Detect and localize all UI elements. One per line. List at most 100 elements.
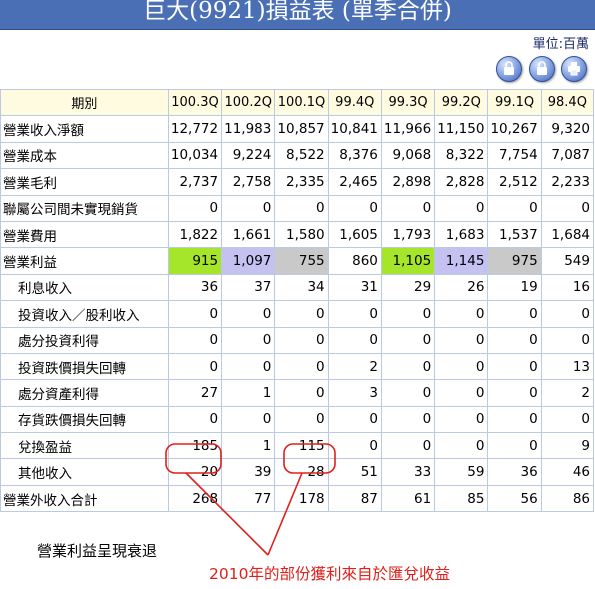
value-cell: 0 bbox=[274, 326, 329, 354]
value-cell: 0 bbox=[221, 300, 276, 328]
value-cell: 0 bbox=[274, 379, 329, 407]
value-cell: 10,857 bbox=[274, 115, 329, 143]
value-cell: 8,322 bbox=[434, 141, 489, 170]
title-bar: 巨大(9921)損益表 (單季合併) bbox=[0, 0, 595, 30]
value-cell: 2,233 bbox=[540, 168, 595, 196]
value-cell: 185 bbox=[167, 432, 223, 460]
value-cell: 7,087 bbox=[540, 141, 595, 170]
value-cell: 59 bbox=[434, 458, 489, 486]
row-label: 利息收入 bbox=[0, 273, 169, 302]
value-cell: 755 bbox=[274, 247, 329, 275]
value-cell: 1,683 bbox=[434, 220, 489, 249]
row-label: 投資收入／股利收入 bbox=[0, 300, 169, 328]
value-cell: 0 bbox=[380, 379, 436, 407]
value-cell: 36 bbox=[487, 458, 542, 486]
value-cell: 0 bbox=[540, 194, 595, 222]
value-cell: 0 bbox=[274, 300, 329, 328]
value-cell: 0 bbox=[487, 432, 542, 460]
row-label: 兌換盈益 bbox=[0, 432, 169, 460]
value-cell: 2 bbox=[540, 379, 595, 407]
period-column-header: 99.1Q bbox=[487, 88, 542, 117]
value-cell: 2,898 bbox=[380, 168, 436, 196]
table-row: 聯屬公司間未實現銷貨 0 0 0 0 0 0 0 0 bbox=[0, 194, 595, 222]
row-label: 營業利益 bbox=[0, 247, 169, 275]
lock-icon[interactable] bbox=[529, 56, 555, 82]
toolbar bbox=[0, 52, 595, 90]
value-cell: 0 bbox=[487, 352, 542, 381]
value-cell: 0 bbox=[327, 194, 382, 222]
value-cell: 0 bbox=[327, 405, 382, 434]
period-column-header: 100.3Q bbox=[167, 88, 223, 117]
value-cell: 178 bbox=[274, 484, 329, 513]
value-cell: 0 bbox=[327, 300, 382, 328]
row-label: 聯屬公司間未實現銷貨 bbox=[0, 194, 169, 222]
value-cell: 0 bbox=[274, 352, 329, 381]
row-label: 營業外收入合計 bbox=[0, 484, 169, 513]
value-cell: 37 bbox=[221, 273, 276, 302]
period-header: 期別 bbox=[0, 88, 169, 117]
row-label: 投資跌價損失回轉 bbox=[0, 352, 169, 381]
table-row: 營業毛利 2,737 2,758 2,335 2,465 2,898 2,828 2,512 2… bbox=[0, 168, 595, 196]
value-cell: 0 bbox=[327, 326, 382, 354]
value-cell: 0 bbox=[487, 194, 542, 222]
value-cell: 0 bbox=[540, 300, 595, 328]
table-row: 利息收入 36 37 34 31 29 26 19 16 bbox=[0, 273, 595, 302]
value-cell: 2 bbox=[327, 352, 382, 381]
table-row: 營業成本 10,034 9,224 8,522 8,376 9,068 8,322 7,754… bbox=[0, 141, 595, 170]
value-cell: 0 bbox=[540, 326, 595, 354]
value-cell: 9,068 bbox=[380, 141, 436, 170]
value-cell: 77 bbox=[221, 484, 276, 513]
table-row: 營業收入淨額 12,772 11,983 10,857 10,841 11,966 11,1… bbox=[0, 115, 595, 143]
value-cell: 1,105 bbox=[380, 247, 436, 275]
value-cell: 1,605 bbox=[327, 220, 382, 249]
value-cell: 0 bbox=[221, 405, 276, 434]
value-cell: 28 bbox=[274, 458, 329, 486]
table-row: 營業費用 1,822 1,661 1,580 1,605 1,793 1,683 1,537 1… bbox=[0, 220, 595, 249]
table-row: 投資收入／股利收入 0 0 0 0 0 0 0 0 bbox=[0, 300, 595, 328]
value-cell: 0 bbox=[434, 194, 489, 222]
value-cell: 0 bbox=[167, 352, 223, 381]
value-cell: 86 bbox=[540, 484, 595, 513]
value-cell: 2,465 bbox=[327, 168, 382, 196]
unit-bar: 單位:百萬 bbox=[0, 30, 595, 52]
value-cell: 0 bbox=[487, 300, 542, 328]
value-cell: 9 bbox=[540, 432, 595, 460]
table-row: 其他收入 20 39 28 51 33 59 36 46 bbox=[0, 458, 595, 486]
value-cell: 3 bbox=[327, 379, 382, 407]
lock-icon[interactable] bbox=[496, 56, 522, 82]
row-label: 營業毛利 bbox=[0, 168, 169, 196]
value-cell: 51 bbox=[327, 458, 382, 486]
value-cell: 13 bbox=[540, 352, 595, 381]
value-cell: 27 bbox=[167, 379, 223, 407]
value-cell: 0 bbox=[487, 326, 542, 354]
value-cell: 85 bbox=[434, 484, 489, 513]
row-label: 處分資產利得 bbox=[0, 379, 169, 407]
value-cell: 39 bbox=[221, 458, 276, 486]
table-row: 投資跌價損失回轉 0 0 0 2 0 0 0 13 bbox=[0, 352, 595, 381]
period-column-header: 100.1Q bbox=[274, 88, 329, 117]
row-label: 營業收入淨額 bbox=[0, 115, 169, 143]
value-cell: 0 bbox=[434, 352, 489, 381]
period-column-header: 99.4Q bbox=[327, 88, 382, 117]
value-cell: 10,841 bbox=[327, 115, 382, 143]
value-cell: 915 bbox=[167, 247, 223, 275]
value-cell: 115 bbox=[274, 432, 329, 460]
value-cell: 9,224 bbox=[221, 141, 276, 170]
value-cell: 2,335 bbox=[274, 168, 329, 196]
value-cell: 0 bbox=[487, 405, 542, 434]
value-cell: 11,966 bbox=[380, 115, 436, 143]
value-cell: 46 bbox=[540, 458, 595, 486]
table-row: 處分資產利得 27 1 0 3 0 0 0 2 bbox=[0, 379, 595, 407]
value-cell: 2,512 bbox=[487, 168, 542, 196]
value-cell: 56 bbox=[487, 484, 542, 513]
value-cell: 0 bbox=[380, 194, 436, 222]
value-cell: 0 bbox=[434, 379, 489, 407]
value-cell: 1,661 bbox=[221, 220, 276, 249]
table-header-row: 期別 100.3Q 100.2Q 100.1Q 99.4Q 99.3Q 99.2Q 99.1… bbox=[0, 88, 595, 117]
value-cell: 1,097 bbox=[221, 247, 276, 275]
value-cell: 0 bbox=[380, 326, 436, 354]
table-row: 兌換盈益 185 1 115 0 0 0 0 9 bbox=[0, 432, 595, 460]
table-row: 處分投資利得 0 0 0 0 0 0 0 0 bbox=[0, 326, 595, 354]
value-cell: 1,822 bbox=[167, 220, 223, 249]
printer-icon[interactable] bbox=[561, 56, 587, 82]
